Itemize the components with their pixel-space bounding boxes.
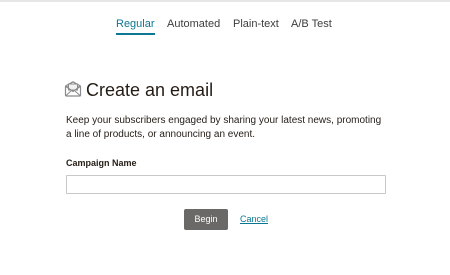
tab-plain-text[interactable]: Plain-text bbox=[233, 17, 279, 31]
email-type-tabs: Regular Automated Plain-text A/B Test bbox=[0, 17, 450, 35]
tab-regular[interactable]: Regular bbox=[116, 17, 155, 35]
tab-regular-label: Regular bbox=[116, 18, 155, 30]
create-email-page: Regular Automated Plain-text A/B Test Cr… bbox=[0, 0, 450, 275]
email-envelope-icon bbox=[64, 81, 82, 97]
campaign-name-label: Campaign Name bbox=[66, 158, 137, 168]
cancel-link[interactable]: Cancel bbox=[240, 213, 268, 225]
page-description: Keep your subscribers engaged by sharing… bbox=[66, 115, 382, 140]
active-tab-indicator bbox=[116, 33, 155, 35]
tab-ab-test-label: A/B Test bbox=[291, 18, 332, 30]
tab-plain-text-label: Plain-text bbox=[233, 18, 279, 30]
page-title: Create an email bbox=[86, 80, 214, 100]
tab-automated-label: Automated bbox=[167, 18, 221, 30]
campaign-name-input[interactable] bbox=[66, 175, 386, 194]
top-divider bbox=[0, 0, 450, 2]
tab-ab-test[interactable]: A/B Test bbox=[291, 17, 332, 31]
begin-button[interactable]: Begin bbox=[184, 209, 228, 230]
tab-automated[interactable]: Automated bbox=[167, 17, 220, 31]
